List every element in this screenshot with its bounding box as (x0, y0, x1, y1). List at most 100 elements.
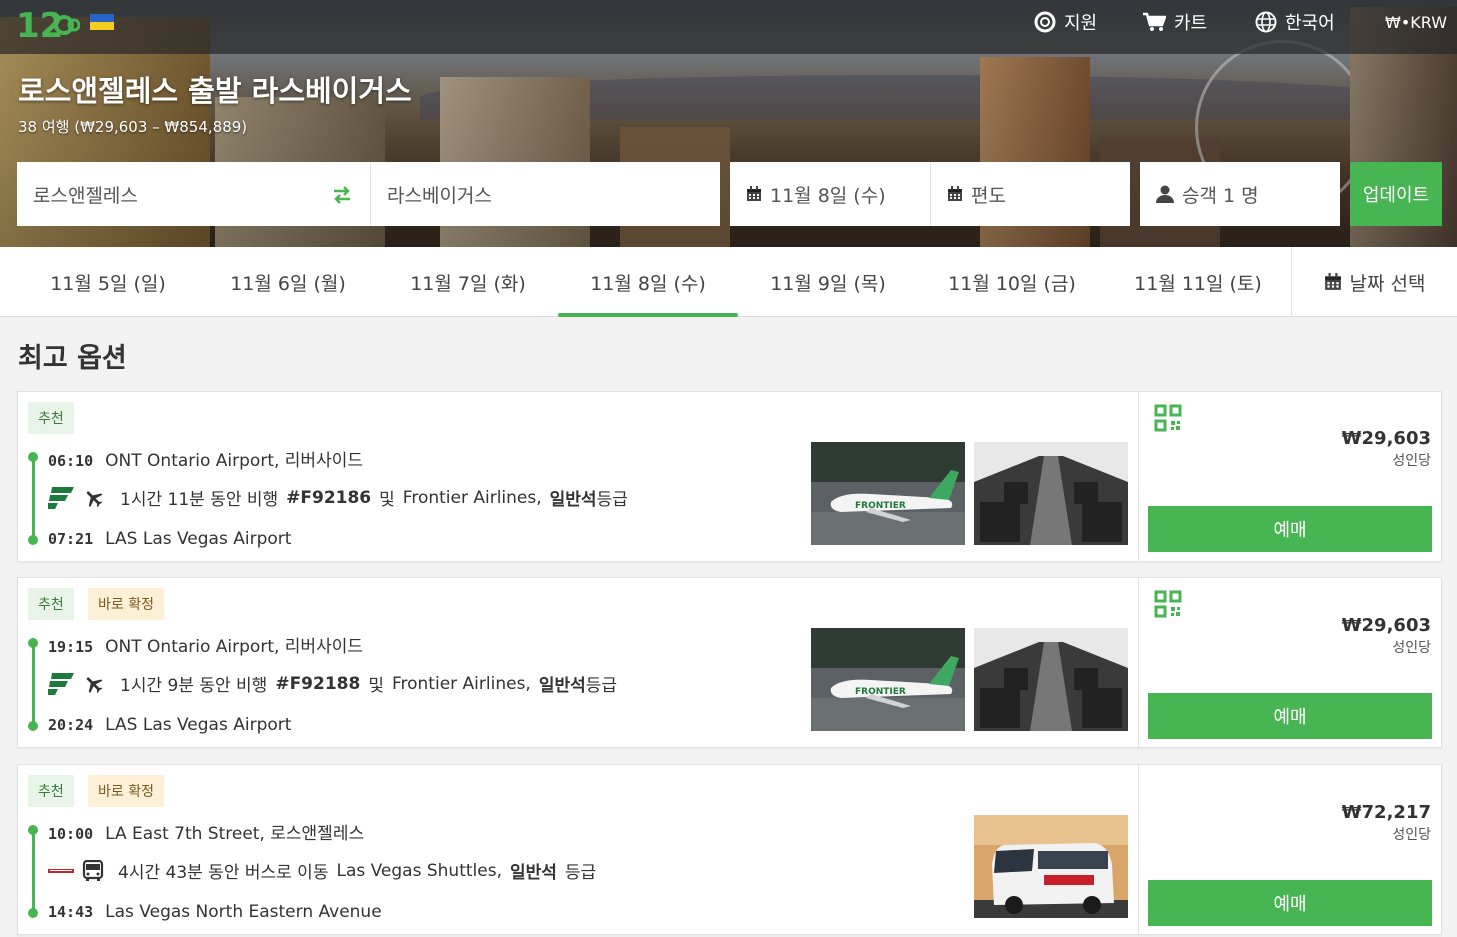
page-title: 로스앤젤레스 출발 라스베이거스 (18, 74, 412, 108)
shuttle-van-photo[interactable] (974, 815, 1128, 918)
cabin-photo[interactable] (974, 628, 1128, 731)
frontier-airlines-logo (48, 672, 74, 695)
frontier-airlines-logo (48, 486, 74, 509)
plane-icon (86, 490, 103, 507)
section-title: 최고 옵션 (18, 343, 127, 374)
price-per: 성인당 (1392, 640, 1431, 656)
instant-confirm-badge: 바로 확정 (88, 775, 164, 807)
arrival-place: Las Vegas North Eastern Avenue (105, 902, 382, 922)
user-icon (1156, 185, 1174, 203)
instant-confirm-badge: 바로 확정 (88, 588, 164, 620)
top-navigation: 12 지원 카트 한국어 ₩•KRW (0, 0, 1457, 54)
passengers-field[interactable]: 승객 1 명 (1140, 162, 1340, 226)
arrival-time: 14:43 (48, 903, 94, 921)
class-name: 일반석 (549, 490, 597, 510)
calendar-icon (948, 186, 962, 201)
departure-place: ONT Ontario Airport, 리버사이드 (105, 637, 363, 657)
duration-text: 1시간 11분 동안 비행 (120, 490, 279, 510)
qr-code-icon (1154, 590, 1182, 618)
plane-photo[interactable]: FRONTIER (811, 442, 965, 545)
12go-logo-icon[interactable]: 12 (16, 3, 80, 45)
tab-date[interactable]: 11월 5일 (일) (18, 247, 198, 317)
plane-photo[interactable]: FRONTIER (811, 628, 965, 731)
cabin-photo[interactable] (974, 442, 1128, 545)
swap-arrows-icon[interactable] (332, 186, 352, 204)
departure-place: LA East 7th Street, 로스앤젤레스 (105, 824, 365, 844)
calendar-icon (747, 186, 761, 201)
to-field[interactable]: 라스베이거스 (370, 162, 720, 226)
shuttle-operator-logo (48, 868, 74, 873)
arrival-row: 14:43 Las Vegas North Eastern Avenue (48, 902, 382, 922)
departure-row: 06:10 ONT Ontario Airport, 리버사이드 (48, 446, 363, 471)
recommended-badge: 추천 (28, 775, 74, 807)
tab-date-active[interactable]: 11월 8일 (수) (558, 247, 738, 317)
trip-card[interactable]: 추천 06:10 ONT Ontario Airport, 리버사이드 1시간 … (17, 391, 1442, 562)
book-button[interactable]: 예매 (1148, 880, 1432, 926)
calendar-icon (1324, 273, 1341, 290)
class-suffix: 등급 (585, 676, 618, 696)
return-field[interactable]: 편도 (930, 162, 1130, 226)
segment-row: 4시간 43분 동안 버스로 이동 Las Vegas Shuttles, 일반… (48, 858, 596, 883)
operator-name: Frontier Airlines, (402, 487, 542, 508)
trip-card[interactable]: 추천 바로 확정 10:00 LA East 7th Street, 로스앤젤레… (17, 764, 1442, 935)
qr-code-icon (1154, 404, 1182, 432)
update-button[interactable]: 업데이트 (1350, 162, 1442, 226)
support-link[interactable]: 지원 (1034, 10, 1097, 34)
flight-code: #F92186 (286, 487, 372, 508)
departure-time: 19:15 (48, 638, 94, 656)
operator-name: Las Vegas Shuttles, (336, 860, 502, 881)
trip-card[interactable]: 추천 바로 확정 19:15 ONT Ontario Airport, 리버사이… (17, 577, 1442, 748)
arrival-row: 20:24 LAS Las Vegas Airport (48, 715, 291, 735)
flight-code: #F92188 (275, 673, 361, 694)
price: ₩29,603 (1341, 615, 1431, 636)
svg-text:FRONTIER: FRONTIER (855, 687, 906, 697)
departure-place: ONT Ontario Airport, 리버사이드 (105, 451, 363, 471)
from-field[interactable]: 로스앤젤레스 (17, 162, 370, 226)
tab-date[interactable]: 11월 11일 (토) (1108, 247, 1288, 317)
arrival-place: LAS Las Vegas Airport (105, 715, 292, 735)
segment-row: 1시간 9분 동안 비행 #F92188 및 Frontier Airlines… (48, 671, 617, 696)
duration-text: 1시간 9분 동안 비행 (120, 676, 268, 696)
departure-time: 06:10 (48, 452, 94, 470)
date-picker-button[interactable]: 날짜 선택 (1291, 247, 1457, 317)
date-field[interactable]: 11월 8일 (수) (730, 162, 930, 226)
book-button[interactable]: 예매 (1148, 506, 1432, 552)
currency-label: ₩•KRW (1385, 12, 1448, 32)
bus-icon (82, 859, 104, 881)
departure-row: 19:15 ONT Ontario Airport, 리버사이드 (48, 632, 363, 657)
arrival-time: 20:24 (48, 716, 94, 734)
cart-label: 카트 (1174, 13, 1208, 34)
from-value: 로스앤젤레스 (33, 184, 138, 207)
class-suffix: 등급 (564, 863, 597, 883)
cart-link[interactable]: 카트 (1142, 10, 1207, 34)
language-label: 한국어 (1285, 13, 1335, 34)
class-name: 일반석 (538, 676, 586, 696)
price-per: 성인당 (1392, 453, 1431, 469)
segment-row: 1시간 11분 동안 비행 #F92186 및 Frontier Airline… (48, 485, 628, 510)
and-text: 및 (368, 676, 384, 696)
tab-date[interactable]: 11월 10일 (금) (922, 247, 1102, 317)
to-value: 라스베이거스 (387, 184, 492, 207)
date-value: 11월 8일 (수) (770, 184, 886, 207)
tab-date[interactable]: 11월 6일 (월) (198, 247, 378, 317)
tab-date[interactable]: 11월 7일 (화) (378, 247, 558, 317)
date-picker-label: 날짜 선택 (1349, 272, 1426, 295)
class-name: 일반석 (509, 863, 557, 883)
book-button[interactable]: 예매 (1148, 693, 1432, 739)
support-label: 지원 (1064, 13, 1098, 34)
date-tabs: 11월 5일 (일) 11월 6일 (월) 11월 7일 (화) 11월 8일 … (0, 247, 1457, 317)
duration-text: 4시간 43분 동안 버스로 이동 (118, 863, 329, 883)
arrival-row: 07:21 LAS Las Vegas Airport (48, 529, 291, 549)
return-value: 편도 (971, 184, 1006, 207)
departure-row: 10:00 LA East 7th Street, 로스앤젤레스 (48, 819, 364, 844)
currency-selector[interactable]: ₩•KRW (1385, 10, 1447, 34)
page-subtitle: 38 여행 (₩29,603 – ₩854,889) (18, 118, 248, 136)
lifebuoy-icon (1034, 11, 1056, 33)
arrival-time: 07:21 (48, 530, 94, 548)
class-suffix: 등급 (596, 490, 628, 510)
and-text: 및 (379, 490, 395, 510)
arrival-place: LAS Las Vegas Airport (105, 529, 292, 549)
recommended-badge: 추천 (28, 588, 74, 620)
language-selector[interactable]: 한국어 (1255, 10, 1335, 34)
tab-date[interactable]: 11월 9일 (목) (738, 247, 918, 317)
